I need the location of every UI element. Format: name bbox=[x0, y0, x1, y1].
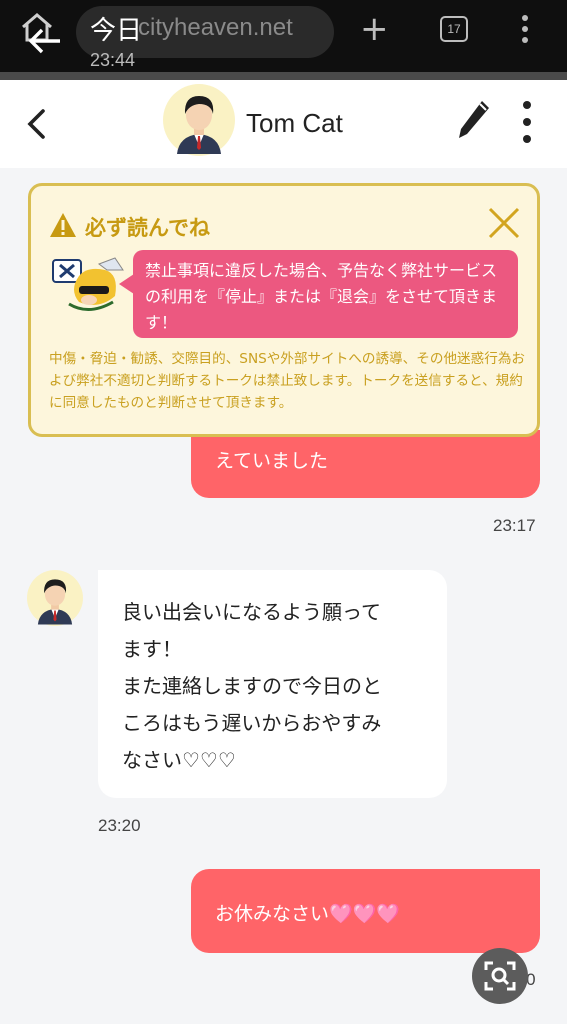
mascot-icon bbox=[52, 257, 124, 311]
message-line: 良い出会いになるよう願って bbox=[122, 600, 381, 624]
more-menu-icon[interactable] bbox=[518, 100, 536, 144]
incoming-message[interactable]: 良い出会いになるよう願って ます！ また連絡しますので今日のと ころはもう遅いか… bbox=[98, 570, 447, 798]
message-time: 23:17 bbox=[493, 516, 536, 535]
message-line: また連絡しますので今日のと bbox=[122, 674, 382, 698]
close-icon[interactable] bbox=[487, 206, 521, 240]
contact-avatar[interactable] bbox=[163, 84, 235, 156]
status-time: 23:44 bbox=[90, 50, 136, 70]
rules-text: 中傷・脅迫・勧誘、交際目的、SNSや外部サイトへの誘導、その他迷惑行為および弊社… bbox=[49, 351, 526, 411]
edit-pen-icon[interactable] bbox=[456, 98, 492, 142]
warning-triangle-icon bbox=[50, 213, 76, 237]
warning-message: 禁止事項に違反した場合、予告なく弊社サービスの利用を『停止』または『退会』をさせ… bbox=[119, 250, 518, 338]
tab-count-button[interactable]: 17 bbox=[440, 16, 468, 42]
browser-bar: cityheaven.net 今日 23:44 + 17 bbox=[0, 0, 567, 80]
message-line: なさい♡♡♡ bbox=[122, 748, 236, 772]
scan-icon bbox=[484, 961, 516, 991]
contact-name: Tom Cat bbox=[246, 108, 343, 138]
page-title: 今日 bbox=[90, 16, 143, 46]
message-time: 23:20 bbox=[98, 816, 141, 835]
outgoing-message[interactable]: えていました bbox=[191, 430, 540, 498]
back-chevron-icon[interactable] bbox=[24, 108, 48, 140]
outgoing-message[interactable]: お休みなさい🩷🩷🩷 bbox=[191, 869, 540, 953]
warning-notice: 必ず読んでね 禁止事項に違反した場合、予告なく弊社サービスの利用を『停止』または… bbox=[28, 183, 540, 437]
message-line: ます！ bbox=[122, 637, 182, 661]
overflow-menu-icon[interactable] bbox=[520, 14, 530, 44]
progress-strip bbox=[0, 72, 567, 80]
scan-button[interactable] bbox=[472, 948, 528, 1004]
message-text: えていました bbox=[215, 450, 329, 472]
contact-avatar-small[interactable] bbox=[27, 570, 83, 626]
back-arrow-icon[interactable] bbox=[28, 28, 62, 54]
chat-header: Tom Cat bbox=[0, 80, 567, 168]
message-text: お休みなさい🩷🩷🩷 bbox=[215, 903, 400, 925]
notice-title: 必ず読んでね bbox=[85, 216, 210, 240]
url-text[interactable]: cityheaven.net bbox=[138, 14, 293, 42]
message-line: ころはもう遅いからおやすみ bbox=[122, 711, 382, 735]
new-tab-icon[interactable]: + bbox=[360, 12, 389, 46]
